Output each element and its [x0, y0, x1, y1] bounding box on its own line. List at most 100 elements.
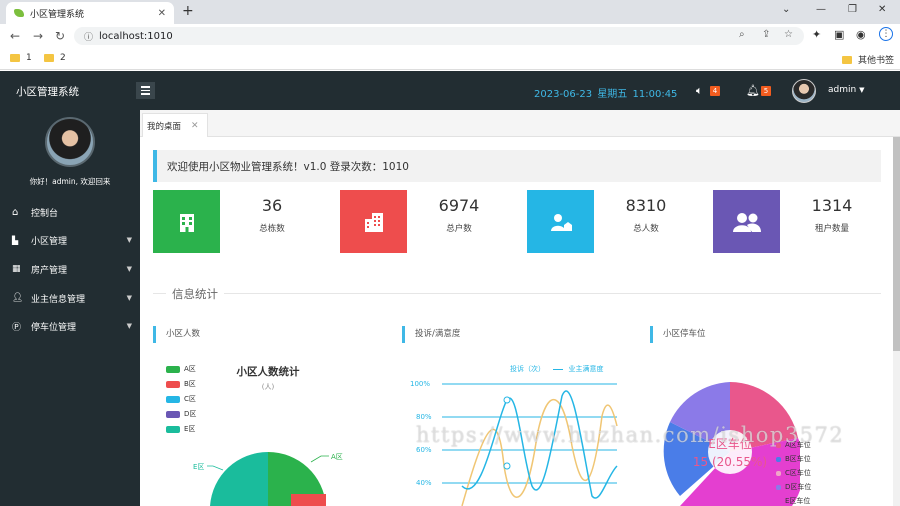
content-tabs: 我的桌面 ✕ [140, 110, 900, 137]
sidebar-item-label: 小区管理 [31, 236, 68, 247]
close-icon[interactable]: ✕ [191, 121, 199, 131]
other-bookmarks-label: 其他书签 [858, 56, 895, 66]
series-complaints [461, 399, 618, 506]
sidebar-item-property[interactable]: ▦ 房产管理 ▼ [0, 256, 140, 282]
forward-icon[interactable]: → [33, 29, 43, 43]
people-pie-chart: A区 E区 [193, 451, 343, 506]
sidebar-avatar [45, 117, 95, 167]
stat-label: 总人数 [633, 224, 659, 234]
panel-parking: 小区停车位 E区车位 15 (20.55%) A区车位 B区车位 C区车位 D区… [650, 326, 875, 506]
avatar[interactable] [792, 79, 816, 103]
browser-tab[interactable]: 小区管理系统 ✕ [6, 2, 174, 24]
series-satisfaction-point [503, 396, 511, 404]
address-bar-row: ← → ↻ ⓘ localhost:1010 ⌕ ⇪ ☆ ✦ ▣ ◉ ⋮ [0, 24, 900, 48]
legend-label: D区车位 [785, 483, 812, 491]
panel-people: 小区人数 A区 B区 C区 D区 E区 小区人数统计 (人) A区 E区 [153, 326, 383, 506]
other-bookmarks[interactable]: 其他书签 [842, 53, 894, 66]
user-menu[interactable]: admin ▼ [828, 85, 864, 95]
y-tick: 80% [416, 413, 432, 421]
chevron-down-icon[interactable]: ⌄ [782, 4, 790, 15]
legend-item[interactable]: B区车位 [776, 454, 811, 464]
pie-label-a: A区 [331, 453, 343, 461]
sidebar-item-community[interactable]: ▙ 小区管理 ▼ [0, 227, 140, 253]
scrollbar-thumb[interactable] [893, 137, 900, 351]
legend-item[interactable]: C区 [166, 394, 196, 404]
legend-item[interactable]: D区车位 [776, 482, 811, 492]
zoom-icon[interactable]: ⌕ [739, 29, 745, 40]
chart-title: 小区人数统计 [236, 366, 300, 378]
new-tab-button[interactable]: + [182, 3, 194, 19]
pie-center-label: E区车位 [708, 436, 752, 451]
folder-icon [10, 54, 20, 62]
panel-title: 投诉/满意度 [402, 326, 460, 343]
info-icon[interactable]: ⓘ [84, 30, 93, 43]
star-icon[interactable]: ☆ [784, 29, 793, 40]
y-tick: 40% [416, 479, 432, 487]
header-datetime: 2023-06-23 星期五 11:00:45 [534, 85, 677, 100]
leaf-icon [14, 9, 24, 17]
sidebar-item-dashboard[interactable]: ⌂ 控制台 [0, 199, 140, 225]
bookmarks-bar: 1 2 其他书签 [0, 48, 900, 70]
share-icon[interactable]: ⇪ [762, 29, 770, 40]
legend-complaints[interactable]: 投诉（次） 业主满意度 [510, 364, 603, 374]
section-divider [153, 293, 881, 294]
close-icon[interactable]: ✕ [158, 8, 166, 19]
user-home-icon [527, 190, 594, 253]
sidebar-item-label: 控制台 [31, 208, 59, 219]
legend-label: C区车位 [785, 469, 811, 477]
browser-tab-strip: 小区管理系统 ✕ + ⌄ — ❐ ✕ [0, 0, 900, 24]
legend-item[interactable]: C区车位 [776, 468, 811, 478]
url-text: localhost:1010 [99, 30, 173, 42]
bookmark-label: 1 [26, 53, 32, 63]
chart-subtitle: (人) [261, 383, 275, 391]
panel-complaints: 投诉/满意度 投诉（次） 业主满意度 100% 80% 60% 40% [402, 326, 632, 506]
sound-icon[interactable]: 🔈︎ [696, 84, 703, 98]
bookmark-2[interactable]: 2 [44, 53, 66, 63]
restore-icon[interactable]: ❐ [848, 4, 857, 15]
caret-down-icon: ▼ [126, 236, 132, 244]
pie-slice-e [210, 451, 268, 506]
stat-value: 1314 [811, 196, 853, 215]
apartment-icon [340, 190, 407, 253]
legend-item[interactable]: A区 [166, 364, 196, 374]
sidebar-item-owners[interactable]: 👤︎ 业主信息管理 ▼ [0, 285, 140, 311]
menu-dots-icon[interactable]: ⋮ [879, 27, 893, 41]
legend-item[interactable]: B区 [166, 379, 196, 389]
sidebar: 你好！admin, 欢迎回来 ⌂ 控制台 ▙ 小区管理 ▼ ▦ 房产管理 ▼ 👤︎ 业主信息… [0, 110, 140, 506]
sidepanel-icon[interactable]: ▣ [834, 28, 844, 41]
series-satisfaction-point [503, 462, 511, 470]
stat-card-people: 8310 总人数 [527, 190, 695, 253]
y-tick: 100% [410, 380, 431, 388]
main-content: 我的桌面 ✕ 欢迎使用小区物业管理系统！v1.0 登录次数：1010 36 总栋… [140, 110, 900, 506]
legend-item[interactable]: A区车位 [776, 440, 811, 450]
folder-icon [44, 54, 54, 62]
tab-desktop[interactable]: 我的桌面 ✕ [142, 113, 208, 137]
minimize-icon[interactable]: — [816, 4, 826, 15]
legend-label: B区 [184, 380, 196, 388]
reload-icon[interactable]: ↻ [55, 29, 65, 43]
menu-toggle-button[interactable] [136, 82, 155, 99]
legend-item[interactable]: E区车位 [776, 496, 810, 506]
sidebar-item-parking[interactable]: Ⓟ 停车位管理 ▼ [0, 313, 140, 339]
legend-label: D区 [184, 410, 197, 418]
stat-card-tenants: 1314 租户数量 [713, 190, 881, 253]
legend-item[interactable]: D区 [166, 409, 196, 419]
profile-icon[interactable]: ◉ [856, 28, 866, 41]
pie-center-value: 15 (20.55%) [693, 455, 767, 469]
browser-tab-title: 小区管理系统 [30, 9, 85, 20]
legend-label: C区 [184, 395, 196, 403]
users-icon [713, 190, 780, 253]
caret-down-icon: ▼ [126, 322, 132, 330]
extensions-icon[interactable]: ✦ [812, 28, 821, 41]
panel-title: 小区人数 [153, 326, 200, 343]
url-input[interactable]: ⓘ localhost:1010 ⌕ ⇪ ☆ [74, 27, 804, 45]
back-icon[interactable]: ← [10, 29, 20, 43]
tab-desktop-label: 我的桌面 [147, 121, 182, 132]
building-icon: ▦ [12, 264, 21, 274]
legend-label: A区 [184, 365, 196, 373]
window-close-icon[interactable]: ✕ [878, 4, 886, 15]
stat-card-buildings: 36 总栋数 [153, 190, 321, 253]
section-title: 信息统计 [166, 286, 224, 302]
bookmark-1[interactable]: 1 [10, 53, 32, 63]
bell-icon[interactable]: 🔔︎ [746, 84, 760, 97]
